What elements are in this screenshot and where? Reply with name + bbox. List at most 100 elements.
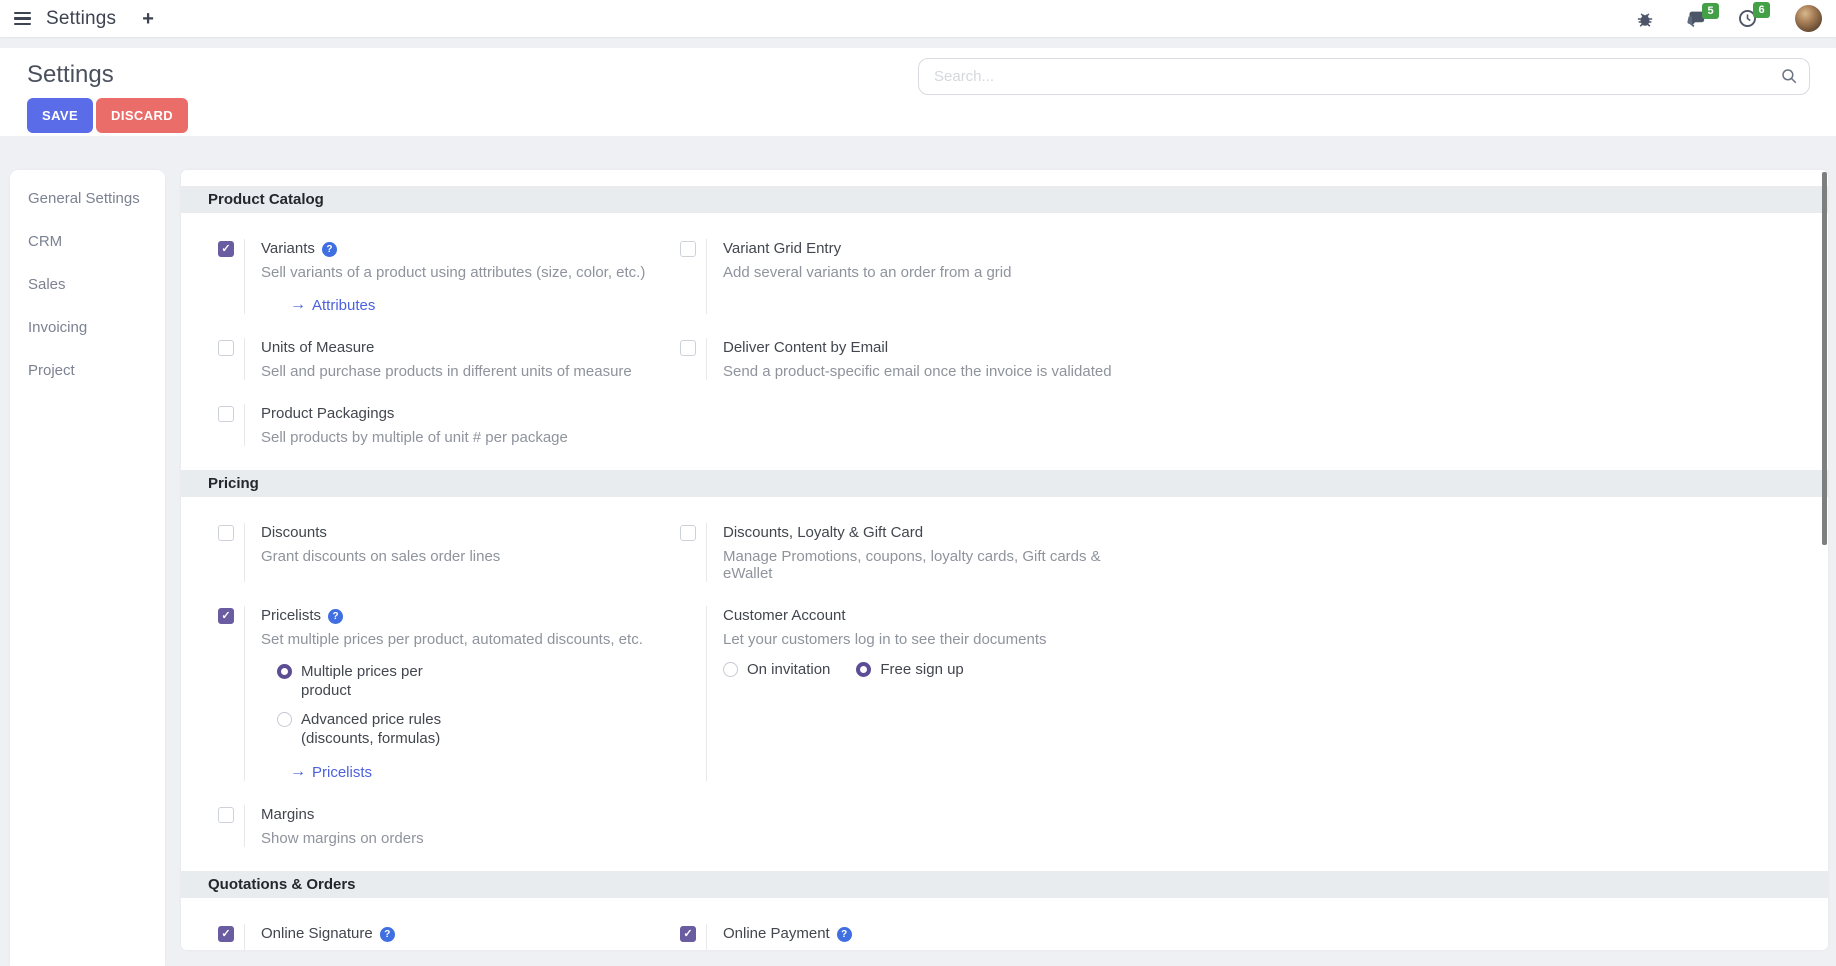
- radio-unselected-icon[interactable]: [723, 662, 738, 677]
- user-avatar[interactable]: [1795, 5, 1822, 32]
- setting-content: Units of Measure Sell and purchase produc…: [244, 338, 680, 380]
- section-grid-quotations-orders: ✓Online Signature?Request an online sign…: [181, 898, 1828, 950]
- activities-clock-icon[interactable]: 6: [1738, 9, 1757, 28]
- radio-option-free-sign-up[interactable]: Free sign up: [856, 660, 963, 679]
- setting-content: Deliver Content by Email Send a product-s…: [706, 338, 1142, 380]
- top-navbar: Settings + 5 6: [0, 0, 1836, 37]
- settings-sidebar: General Settings CRM Sales Invoicing Project: [10, 170, 165, 966]
- setting-pricelists: ✓ Pricelists? Set multiple prices per prod…: [218, 606, 680, 781]
- setting-description: Set multiple prices per product, automat…: [261, 631, 661, 648]
- radio-unselected-icon[interactable]: [277, 712, 292, 727]
- product-packagings-checkbox[interactable]: [218, 406, 234, 422]
- sidebar-item-project[interactable]: Project: [10, 352, 165, 389]
- search-icon[interactable]: [1780, 67, 1798, 89]
- checkbox-cell: [680, 239, 706, 314]
- checkbox-cell: [218, 338, 244, 380]
- radio-selected-icon[interactable]: [856, 662, 871, 677]
- setting-deliver-content-by-email: Deliver Content by Email Send a product-s…: [680, 338, 1142, 380]
- sidebar-item-sales[interactable]: Sales: [10, 266, 165, 303]
- arrow-right-icon: →: [290, 296, 306, 314]
- checkbox-cell: [218, 404, 244, 446]
- vertical-scrollbar[interactable]: [1822, 172, 1827, 545]
- search-input[interactable]: [918, 58, 1810, 95]
- setting-variant-grid-entry: Variant Grid EntryAdd several variants t…: [680, 239, 1142, 314]
- setting-description: Sell and purchase products in different …: [261, 363, 661, 380]
- checkbox-cell: ✓: [680, 924, 706, 950]
- setting-label: Margins: [261, 805, 314, 825]
- arrow-right-icon: →: [290, 763, 306, 781]
- variants-checkbox[interactable]: ✓: [218, 241, 234, 257]
- sidebar-item-invoicing[interactable]: Invoicing: [10, 309, 165, 346]
- radio-option-on-invitation[interactable]: On invitation: [723, 660, 830, 679]
- pricelists-checkbox[interactable]: ✓: [218, 608, 234, 624]
- checkbox-cell: ✓: [218, 924, 244, 950]
- setting-margins: MarginsShow margins on orders: [218, 805, 680, 847]
- online-payment-checkbox[interactable]: ✓: [680, 926, 696, 942]
- attributes-link[interactable]: →Attributes: [290, 296, 680, 314]
- discounts-checkbox[interactable]: [218, 525, 234, 541]
- setting-label: Product Packagings: [261, 404, 394, 424]
- units-of-measure-checkbox[interactable]: [218, 340, 234, 356]
- pricelists-link[interactable]: → Pricelists: [290, 763, 680, 781]
- setting-label: Customer Account: [723, 606, 846, 626]
- setting-description: Let your customers log in to see their d…: [723, 631, 1123, 648]
- settings-header: Settings SAVE DISCARD: [0, 48, 1836, 136]
- radio-option-multiple-prices-per[interactable]: Multiple prices perproduct: [277, 662, 680, 700]
- deliver-content-by-email-checkbox[interactable]: [680, 340, 696, 356]
- new-tab-plus-icon[interactable]: +: [142, 9, 154, 29]
- online-signature-checkbox[interactable]: ✓: [218, 926, 234, 942]
- discounts-loyalty-gift-card-checkbox[interactable]: [680, 525, 696, 541]
- section-grid-pricing: DiscountsGrant discounts on sales order …: [181, 497, 1828, 859]
- setting-product-packagings: Product Packagings Sell products by multi…: [218, 404, 680, 446]
- setting-label: Variant Grid Entry: [723, 239, 841, 259]
- setting-label: Discounts, Loyalty & Gift Card: [723, 523, 923, 543]
- messages-icon[interactable]: 5: [1686, 10, 1706, 28]
- radio-label-line: Multiple prices per: [301, 662, 423, 681]
- radio-selected-icon[interactable]: [277, 664, 292, 679]
- setting-online-signature: ✓ Online Signature?Request an online sign…: [218, 924, 680, 950]
- link-label: Pricelists: [312, 764, 372, 781]
- app-title[interactable]: Settings: [46, 8, 116, 30]
- setting-content: Online Signature?Request an online signa…: [244, 924, 680, 950]
- help-icon[interactable]: ?: [322, 242, 337, 257]
- setting-discounts: DiscountsGrant discounts on sales order …: [218, 523, 680, 582]
- checkbox-cell: [680, 606, 706, 781]
- radio-label-line: On invitation: [747, 660, 830, 679]
- setting-content: MarginsShow margins on orders: [244, 805, 680, 847]
- help-icon[interactable]: ?: [328, 609, 343, 624]
- setting-content: DiscountsGrant discounts on sales order …: [244, 523, 680, 582]
- sidebar-item-crm[interactable]: CRM: [10, 223, 165, 260]
- radio-group: On invitation Free sign up: [723, 660, 1142, 679]
- setting-content: Customer Account Let your customers log i…: [706, 606, 1142, 781]
- checkbox-cell: [218, 523, 244, 582]
- setting-description: Sell products by multiple of unit # per …: [261, 429, 661, 446]
- setting-description: Sell variants of a product using attribu…: [261, 264, 661, 281]
- setting-variants: ✓Variants?Sell variants of a product usi…: [218, 239, 680, 314]
- radio-label-line: Advanced price rules: [301, 710, 441, 729]
- radio-label: On invitation: [747, 660, 830, 679]
- setting-label: Units of Measure: [261, 338, 374, 358]
- setting-content: Discounts, Loyalty & Gift CardManage Pro…: [706, 523, 1142, 582]
- section-header-product-catalog: Product Catalog: [181, 186, 1828, 213]
- radio-label: Free sign up: [880, 660, 963, 679]
- variant-grid-entry-checkbox[interactable]: [680, 241, 696, 257]
- setting-content: Variant Grid EntryAdd several variants t…: [706, 239, 1142, 314]
- hamburger-menu-icon[interactable]: [12, 8, 33, 30]
- radio-group: Multiple prices perproduct Advanced price…: [277, 662, 680, 748]
- activities-count-badge: 6: [1753, 2, 1770, 18]
- checkbox-cell: [680, 523, 706, 582]
- margins-checkbox[interactable]: [218, 807, 234, 823]
- setting-label: Deliver Content by Email: [723, 338, 888, 358]
- radio-option-advanced-price-rules[interactable]: Advanced price rules(discounts, formulas…: [277, 710, 680, 748]
- debug-bug-icon[interactable]: [1636, 10, 1654, 28]
- discard-button[interactable]: DISCARD: [96, 98, 188, 133]
- setting-description: Grant discounts on sales order lines: [261, 548, 661, 565]
- save-button[interactable]: SAVE: [27, 98, 93, 133]
- help-icon[interactable]: ?: [837, 927, 852, 942]
- checkbox-cell: ✓: [218, 606, 244, 781]
- search-box: [918, 58, 1810, 95]
- settings-layout: General Settings CRM Sales Invoicing Project…: [0, 170, 1836, 966]
- sidebar-item-general-settings[interactable]: General Settings: [10, 180, 165, 217]
- help-icon[interactable]: ?: [380, 927, 395, 942]
- setting-description: Send a product-specific email once the i…: [723, 363, 1123, 380]
